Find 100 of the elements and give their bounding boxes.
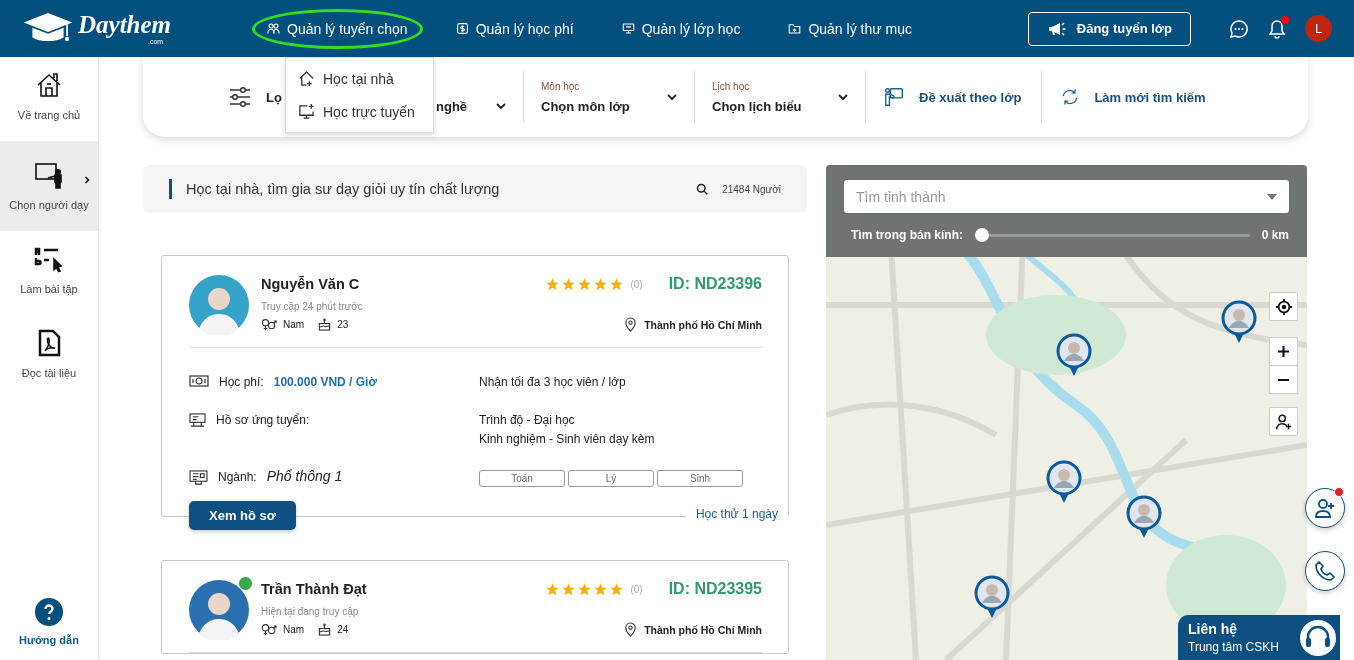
chevron-down-icon	[667, 94, 677, 100]
fee-label: Học phí:	[219, 375, 264, 389]
radius-label: Tìm trong bán kính:	[851, 228, 963, 242]
search-icon[interactable]	[696, 183, 709, 195]
user-avatar[interactable]: L	[1305, 15, 1332, 42]
help-link[interactable]: Hướng dẫn	[0, 598, 98, 660]
banner-text: Học tại nhà, tìm gia sư dạy giỏi uy tín chất lượng	[186, 181, 501, 197]
folder-icon	[788, 22, 802, 35]
add-user-icon	[1314, 497, 1336, 519]
notification-bell-icon[interactable]	[1267, 18, 1287, 39]
radius-slider[interactable]	[975, 228, 1250, 242]
people-icon	[267, 22, 280, 35]
sidebar-item[interactable]: Chọn người dạy	[0, 141, 98, 231]
last-seen-text: Hiện tại đang truy cập	[261, 606, 360, 617]
radius-reading: 0 km	[1261, 228, 1289, 242]
avatar-silhouette	[189, 580, 249, 640]
age-text: 23	[337, 319, 349, 330]
nav-link[interactable]: Quản lý tuyển chọn	[252, 8, 423, 49]
profile-board-icon	[189, 413, 206, 428]
banknote-icon	[189, 375, 209, 387]
tutor-id: ID: ND23396	[668, 275, 762, 293]
profile-line: Trình độ - Đại học	[479, 413, 576, 427]
chat-icon[interactable]	[1229, 18, 1249, 39]
nav-link[interactable]: Quản lý học phí	[440, 8, 589, 49]
major-value: Phổ thông 1	[266, 468, 343, 484]
major-label: Ngành:	[218, 470, 257, 484]
monitor-icon	[189, 470, 208, 485]
chevron-down-icon	[838, 94, 848, 100]
profile-label: Hồ sơ ứng tuyển:	[216, 413, 310, 427]
select-dropdown[interactable]: Lịch học Chọn lịch biểu	[712, 71, 866, 123]
fee-value: 100.000 VND / Giờ	[273, 375, 377, 389]
subject-tag: Lý	[568, 470, 654, 487]
headset-icon	[1298, 617, 1338, 658]
select-dropdown[interactable]: Môn học Chọn môn lớp	[541, 71, 695, 123]
profile-line: Kinh nghiệm - Sinh viên dạy kèm	[479, 432, 655, 446]
menu-item[interactable]: Học trực tuyến	[286, 95, 433, 128]
gender-icon	[261, 623, 277, 636]
map-pin-icon[interactable]	[1046, 460, 1082, 504]
view-profile-button[interactable]: Xem hồ sơ	[189, 501, 297, 530]
filter-action-link[interactable]: Đề xuất theo lớp	[883, 71, 1043, 123]
filter-action-link[interactable]: Làm mới tìm kiếm	[1060, 71, 1206, 123]
province-search-field[interactable]: Tìm tỉnh thành	[844, 180, 1289, 213]
avatar-silhouette	[189, 275, 249, 335]
contact-subtitle: Trung tâm CSKH	[1188, 640, 1279, 654]
gender-text: Nam	[283, 319, 305, 330]
location-text: Thành phố Hồ Chí Minh	[644, 318, 762, 331]
monitor-plus-icon	[298, 103, 315, 120]
contact-title: Liên hệ	[1188, 621, 1238, 637]
review-count: (0)	[630, 278, 643, 290]
subject-tag: Toán	[479, 470, 565, 487]
zoom-in-button[interactable]	[1270, 338, 1297, 365]
map-pin-icon[interactable]	[1221, 300, 1257, 344]
age-text: 24	[337, 624, 349, 635]
nav-link[interactable]: Quản lý lớp học	[606, 8, 756, 49]
minus-icon	[1277, 377, 1290, 382]
chevron-right-icon	[84, 175, 90, 185]
sidebar-item[interactable]: Về trang chủ	[0, 57, 98, 141]
filter-label: Lọ	[266, 89, 282, 105]
phone-floating-button[interactable]	[1305, 551, 1345, 591]
contact-support-panel[interactable]: Liên hệ Trung tâm CSKH	[1178, 615, 1340, 660]
gender-text: Nam	[283, 624, 305, 635]
select-dropdown[interactable]: nghề	[436, 71, 524, 123]
house-plus-icon	[298, 70, 315, 87]
question-mark-icon	[35, 598, 63, 626]
gender-icon	[261, 318, 277, 331]
menu-item[interactable]: Học tại nhà	[286, 62, 433, 95]
trial-text: Học thử 1 ngày	[685, 507, 788, 521]
map-pin-icon[interactable]	[974, 575, 1010, 619]
sidebar-item[interactable]: Làm bài tập	[0, 231, 98, 315]
logo-wordmark[interactable]: Daythem	[78, 12, 172, 38]
tutor-name: Trần Thành Đạt	[261, 581, 368, 597]
add-user-icon	[1274, 412, 1293, 431]
cake-icon	[318, 623, 332, 636]
dollar-icon	[455, 22, 469, 35]
review-count: (0)	[630, 583, 643, 595]
dropdown-arrow-icon[interactable]	[1267, 194, 1277, 200]
location-text: Thành phố Hồ Chí Minh	[644, 623, 762, 636]
add-friend-floating-button[interactable]	[1305, 488, 1345, 528]
sidebar-item[interactable]: Đọc tài liệu	[0, 315, 98, 399]
locate-button[interactable]	[1269, 292, 1298, 321]
zoom-out-button[interactable]	[1270, 366, 1297, 393]
filter-sliders-icon[interactable]	[228, 85, 252, 109]
nav-link[interactable]: Quản lý thư mục	[773, 8, 927, 49]
tutor-id: ID: ND23395	[668, 580, 762, 598]
pointing-person-icon	[883, 86, 905, 108]
plus-icon	[1277, 345, 1290, 358]
quiz-cursor-icon	[34, 245, 64, 273]
last-seen-text: Truy cập 24 phút trước	[261, 301, 364, 312]
teacher-board-icon	[34, 161, 64, 189]
add-user-map-button[interactable]	[1269, 407, 1298, 436]
megaphone-icon	[1046, 20, 1067, 37]
chevron-down-icon	[496, 103, 506, 109]
subject-tag: Sinh	[657, 470, 743, 487]
tutor-name: Nguyễn Văn C	[261, 276, 361, 292]
map-pin-icon[interactable]	[1126, 495, 1162, 539]
capacity-text: Nhận tối đa 3 học viên / lớp	[479, 375, 626, 389]
location-pin-icon	[624, 317, 638, 332]
post-class-button[interactable]: Đăng tuyển lớp	[1027, 11, 1191, 46]
map-pin-icon[interactable]	[1056, 333, 1092, 377]
phone-icon	[1314, 560, 1336, 582]
